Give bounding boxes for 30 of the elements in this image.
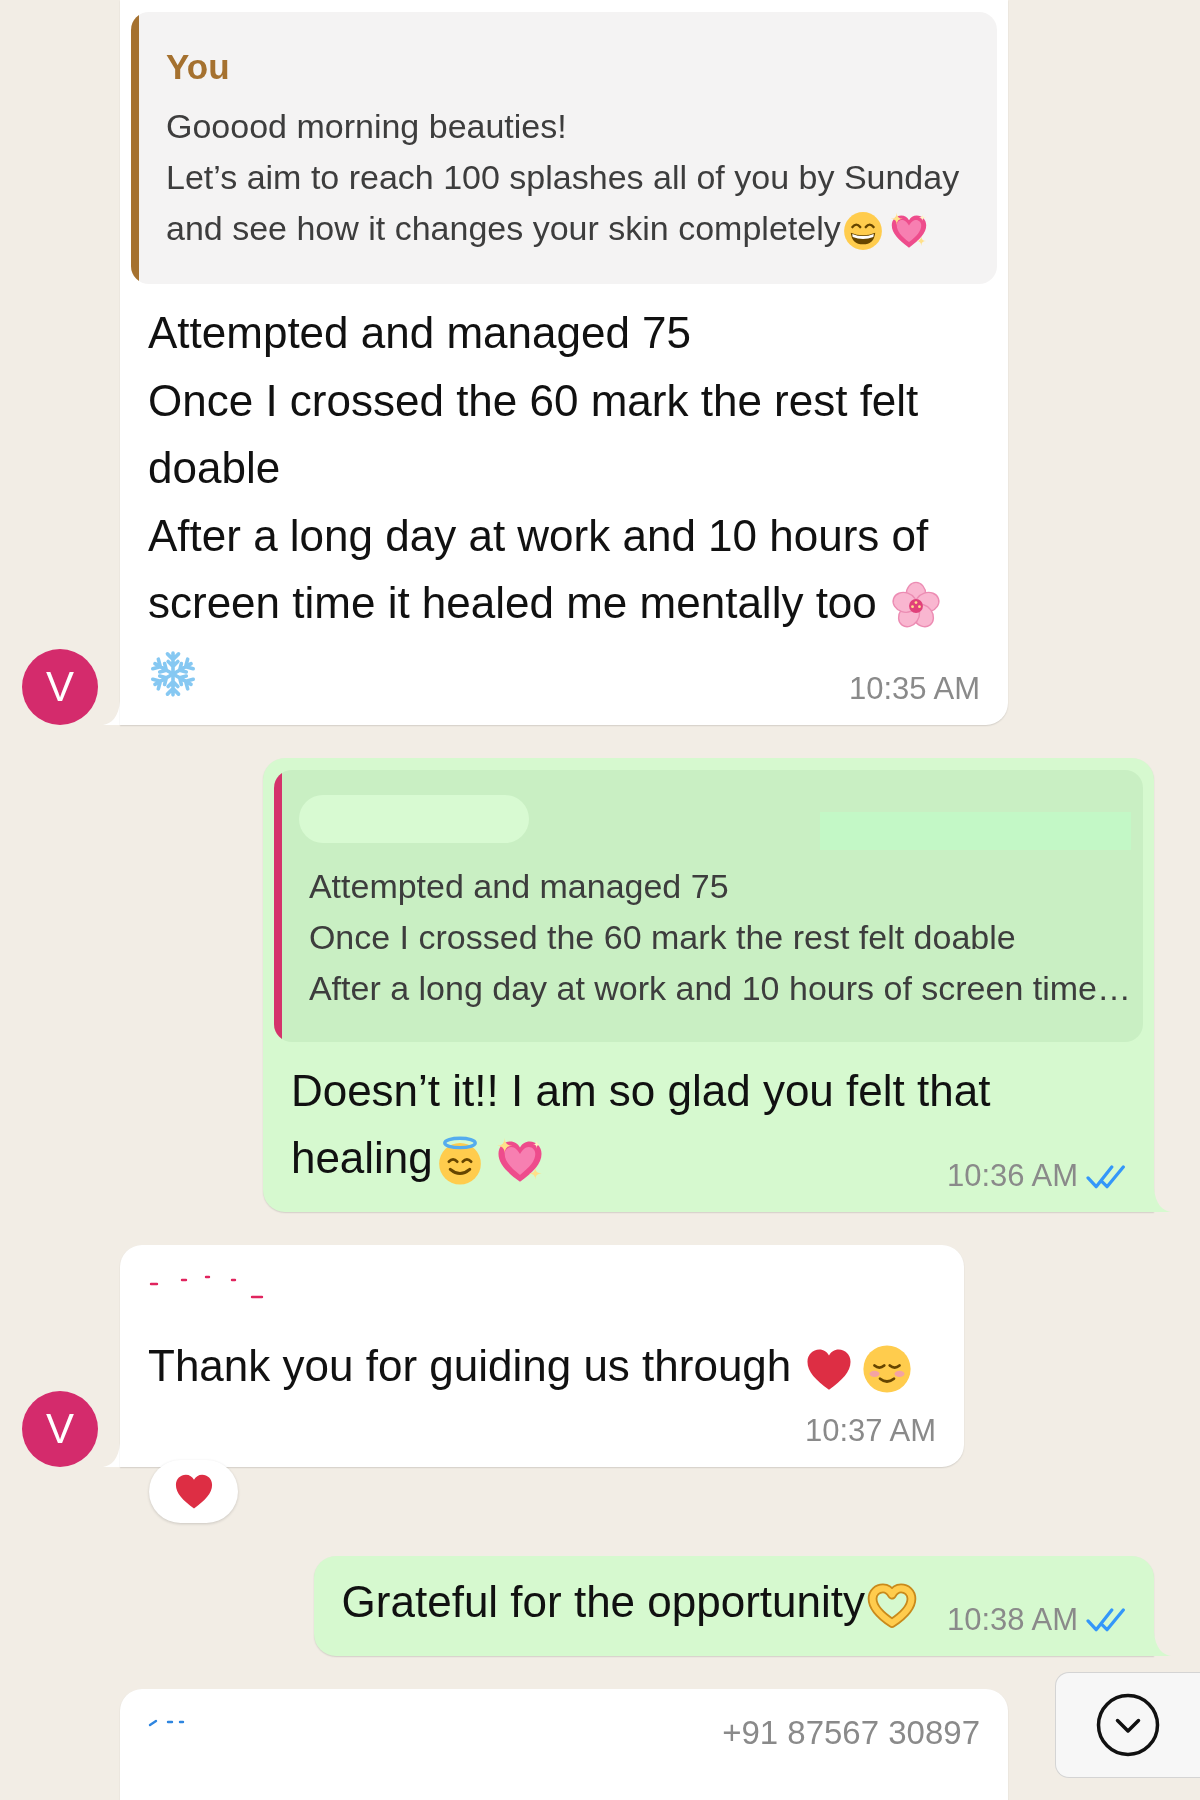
timestamp: 10:38 AM xyxy=(947,1602,1078,1637)
grinning-face-icon xyxy=(842,211,883,251)
scroll-down-button[interactable] xyxy=(1055,1672,1200,1778)
message-text: Once I crossed the 60 mark the rest felt xyxy=(148,375,919,425)
smiling-face-icon xyxy=(862,1344,913,1395)
message-text: After a long day at work and 10 hours of xyxy=(148,510,929,560)
quoted-message[interactable]: Attempted and managed 75 Once I crossed the 60 mark the rest felt doable After a long day at work and 10 hours of screen time… xyxy=(273,769,1143,1042)
quoted-text: Attempted and managed 75 xyxy=(308,866,729,905)
message-text: Doesn’t it!! I am so glad you felt that xyxy=(290,1065,991,1115)
quoted-text: and see how it changes your skin completely xyxy=(166,209,841,247)
quoted-text: After a long day at work and 10 hours of screen time… xyxy=(308,968,1131,1007)
message-text: healing xyxy=(290,1133,433,1182)
timestamp: 10:36 AM xyxy=(947,1159,1078,1193)
chevron-down-icon xyxy=(1096,1693,1160,1757)
message-text: doable xyxy=(148,443,281,492)
message-text: Grateful for the opportunity xyxy=(341,1576,865,1626)
avatar: V xyxy=(22,1390,98,1467)
timestamp: 10:37 AM xyxy=(805,1413,936,1448)
avatar: V xyxy=(22,648,98,725)
quote-author: You xyxy=(166,47,231,87)
message-text: Thank you for guiding us through xyxy=(148,1341,792,1390)
quoted-message[interactable]: You Gooood morning beauties! Let’s aim to reach 100 splashes all of you by Sunday and see how it changes your skin completely xyxy=(131,12,997,284)
sender-phone-number: +91 87567 30897 xyxy=(722,1715,980,1750)
quoted-text: Once I crossed the 60 mark the rest felt doable xyxy=(308,917,1016,956)
quoted-text: Let’s aim to reach 100 splashes all of you by Sunday xyxy=(166,158,960,196)
timestamp: 10:35 AM xyxy=(849,671,980,706)
quoted-text: Gooood morning beauties! xyxy=(166,107,567,145)
reaction-badge[interactable] xyxy=(149,1459,238,1523)
message-text: Attempted and managed 75 xyxy=(148,308,692,357)
message-text: screen time it healed me mentally too xyxy=(148,578,877,627)
